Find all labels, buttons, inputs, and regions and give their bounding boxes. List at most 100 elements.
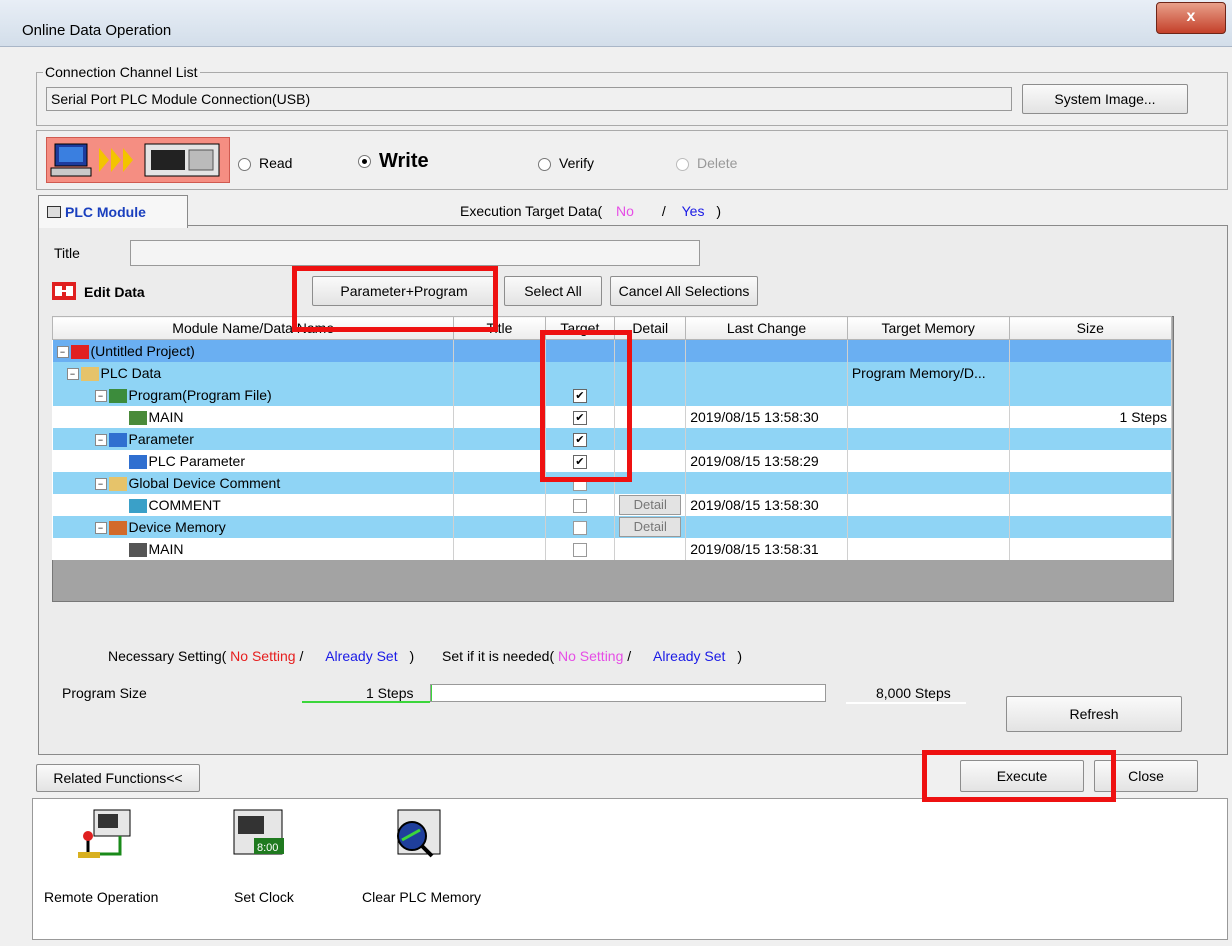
collapse-toggle[interactable]: − xyxy=(94,522,107,535)
row-name: MAIN xyxy=(148,540,184,557)
program-file-icon xyxy=(108,389,127,404)
edit-data-label: Edit Data xyxy=(84,284,145,300)
row-name: Global Device Comment xyxy=(128,474,281,491)
read-radio-label: Read xyxy=(259,155,293,171)
program-size-fill xyxy=(431,685,433,701)
target-checkbox[interactable] xyxy=(572,543,587,558)
program-size-underline xyxy=(302,701,430,703)
related-functions-area xyxy=(32,798,1228,940)
setting-legend: Necessary Setting( No Setting / Already … xyxy=(108,648,742,664)
system-image-button[interactable]: System Image... xyxy=(1022,84,1188,114)
verify-radio-label: Verify xyxy=(559,155,595,171)
detail-button[interactable]: Detail xyxy=(619,517,682,537)
col-size[interactable]: Size xyxy=(1008,316,1173,340)
table-row[interactable]: − Device Memory Detail xyxy=(52,516,1173,538)
program-size-label: Program Size xyxy=(62,685,147,701)
necessary-already-set: Already Set xyxy=(325,648,398,664)
execution-target-sep: / xyxy=(661,203,666,219)
if-needed-already-set: Already Set xyxy=(653,648,726,664)
clear-plc-memory-label[interactable]: Clear PLC Memory xyxy=(362,889,481,905)
program-size-max-underline xyxy=(846,702,966,704)
title-label: Title xyxy=(54,245,80,261)
verify-radio[interactable]: Verify xyxy=(538,155,594,171)
collapse-toggle[interactable]: − xyxy=(56,346,69,359)
row-name: Program(Program File) xyxy=(128,386,272,403)
row-target-memory: Program Memory/D... xyxy=(847,362,1010,384)
connection-channel-field: Serial Port PLC Module Connection(USB) xyxy=(46,87,1012,111)
write-mode-icon xyxy=(46,137,230,183)
cancel-all-selections-button[interactable]: Cancel All Selections xyxy=(610,276,758,306)
related-functions-button[interactable]: Related Functions<< xyxy=(36,764,200,792)
window-close-button[interactable]: x xyxy=(1156,2,1226,34)
read-radio[interactable]: Read xyxy=(238,155,292,171)
row-name: Parameter xyxy=(128,430,194,447)
collapse-toggle[interactable]: − xyxy=(94,434,107,447)
connection-channel-legend: Connection Channel List xyxy=(45,64,198,80)
target-checkbox[interactable] xyxy=(572,521,587,536)
verify-radio-dot[interactable] xyxy=(538,157,551,171)
highlight-box-execute xyxy=(922,750,1116,802)
read-radio-dot[interactable] xyxy=(238,157,251,171)
legend-close-2: ) xyxy=(737,648,742,664)
folder-icon xyxy=(108,477,127,492)
detail-button[interactable]: Detail xyxy=(619,495,682,515)
select-all-button[interactable]: Select All xyxy=(504,276,602,306)
window-title: Online Data Operation xyxy=(22,22,172,39)
row-name: Device Memory xyxy=(128,518,226,535)
delete-radio-label: Delete xyxy=(697,155,738,171)
legend-slash-2: / xyxy=(627,648,632,664)
if-needed-label: Set if it is needed( xyxy=(442,648,555,664)
collapse-toggle[interactable]: − xyxy=(94,478,107,491)
set-clock-label[interactable]: Set Clock xyxy=(234,889,294,905)
execution-target-legend: Execution Target Data( No / Yes ) xyxy=(460,203,721,219)
set-clock-icon[interactable]: 8:00 xyxy=(230,808,286,860)
write-radio-dot[interactable] xyxy=(358,155,371,169)
target-checkbox[interactable] xyxy=(572,499,587,514)
clear-plc-memory-icon[interactable] xyxy=(384,808,444,860)
row-last-change: 2019/08/15 13:58:31 xyxy=(685,538,848,560)
execution-target-prefix: Execution Target Data( xyxy=(460,203,603,219)
execution-target-suffix: ) xyxy=(716,203,722,219)
parameter-icon xyxy=(108,433,127,448)
necessary-setting-label: Necessary Setting( xyxy=(108,648,227,664)
svg-text:8:00: 8:00 xyxy=(257,842,278,854)
highlight-box-target-column xyxy=(540,330,632,482)
row-name: COMMENT xyxy=(148,496,221,513)
tab-plc-module[interactable]: PLC Module xyxy=(38,195,188,228)
table-row[interactable]: COMMENT Detail 2019/08/15 13:58:30 xyxy=(52,494,1173,516)
delete-radio: Delete xyxy=(676,155,737,171)
col-last-change[interactable]: Last Change xyxy=(685,316,848,340)
remote-operation-icon[interactable] xyxy=(74,808,134,860)
row-last-change: 2019/08/15 13:58:29 xyxy=(685,450,848,472)
legend-slash: / xyxy=(299,648,304,664)
table-row[interactable]: MAIN 2019/08/15 13:58:31 xyxy=(52,538,1173,560)
project-icon xyxy=(70,345,89,360)
title-field[interactable] xyxy=(130,240,700,266)
necessary-no-setting: No Setting xyxy=(230,648,296,664)
title-bar xyxy=(0,0,1232,47)
plc-module-tab-icon xyxy=(47,206,61,218)
remote-operation-label[interactable]: Remote Operation xyxy=(44,889,158,905)
program-size-max: 8,000 Steps xyxy=(876,685,951,701)
if-needed-no-setting: No Setting xyxy=(558,648,624,664)
program-icon xyxy=(128,411,147,426)
tab-plc-module-label: PLC Module xyxy=(65,204,146,220)
delete-radio-dot xyxy=(676,157,689,171)
edit-data-icon xyxy=(52,282,76,300)
comment-icon xyxy=(128,499,147,514)
collapse-toggle[interactable]: − xyxy=(66,368,79,381)
col-target-memory[interactable]: Target Memory xyxy=(846,316,1010,340)
write-radio[interactable]: Write xyxy=(358,150,429,173)
highlight-box-parameter-program xyxy=(292,266,498,332)
program-size-bar xyxy=(430,684,826,702)
folder-icon xyxy=(80,367,99,382)
program-size-used: 1 Steps xyxy=(366,685,414,701)
row-size: 1 Steps xyxy=(1009,406,1173,428)
collapse-toggle[interactable]: − xyxy=(94,390,107,403)
legend-close: ) xyxy=(409,648,415,664)
refresh-button[interactable]: Refresh xyxy=(1006,696,1182,732)
row-name: PLC Parameter xyxy=(148,452,245,469)
row-name: MAIN xyxy=(148,408,184,425)
row-name: PLC Data xyxy=(100,364,162,381)
row-last-change: 2019/08/15 13:58:30 xyxy=(685,494,848,516)
